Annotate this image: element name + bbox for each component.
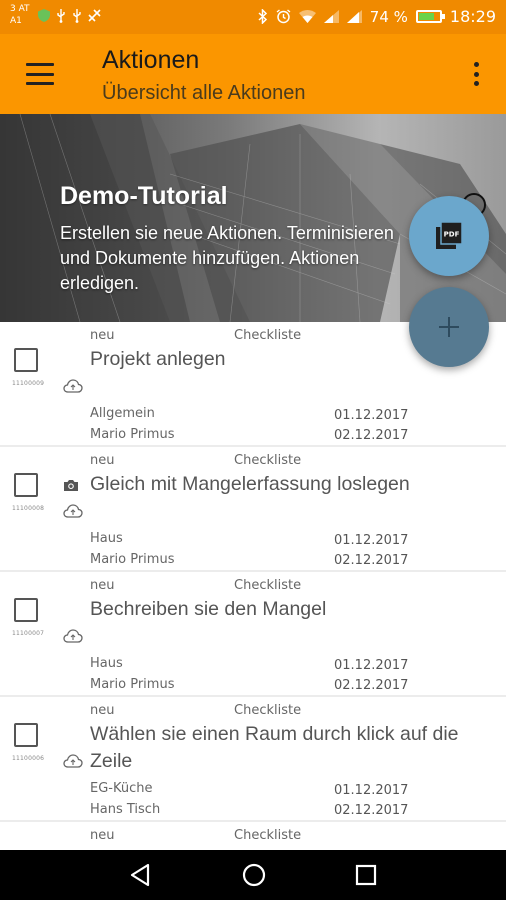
item-type: Checkliste [234,328,302,343]
item-category: Allgemein [90,406,155,421]
page-title: Aktionen [102,46,200,74]
system-icons: 74 % 18:29 [258,7,496,26]
dot [473,62,479,67]
item-id: 11100006 [12,755,45,762]
app-bar: Aktionen Übersicht alle Aktionen [0,34,506,114]
list-item[interactable]: 11100006 neu Checkliste Wählen sie einen… [0,697,506,822]
item-status: neu [90,828,115,843]
checkbox[interactable] [14,348,38,372]
app-screen: 3 AT A1 74 % 18:29 Aktionen Übersicht al… [0,0,506,900]
signal-icon [323,10,339,23]
item-type: Checkliste [234,703,302,718]
item-start-date: 01.12.2017 [334,408,409,423]
camera-icon [64,480,78,491]
item-category: Haus [90,531,123,546]
item-start-date: 01.12.2017 [334,783,409,798]
more-vertical-icon[interactable] [466,60,486,88]
battery-fill [418,13,434,20]
sync-cloud-icon [63,379,83,393]
dashboard-icon [88,9,101,22]
item-status: neu [90,328,115,343]
notification-icons [38,9,101,23]
list-item[interactable]: neu Checkliste [0,822,506,850]
item-person: Hans Tisch [90,802,161,817]
item-end-date: 02.12.2017 [334,803,409,818]
item-category: EG-Küche [90,781,153,796]
home-circle-icon[interactable] [239,862,269,888]
battery-percent: 74 % [369,7,408,26]
carrier-line-2: A1 [10,16,22,26]
item-type: Checkliste [234,828,302,843]
dot [473,81,479,86]
item-person: Mario Primus [90,677,175,692]
item-start-date: 01.12.2017 [334,533,409,548]
item-type: Checkliste [234,453,302,468]
item-status: neu [90,703,115,718]
system-nav-bar [0,850,506,900]
item-end-date: 02.12.2017 [334,678,409,693]
item-person: Mario Primus [90,552,175,567]
menu-line [26,63,54,66]
back-triangle-icon[interactable] [126,862,156,888]
item-end-date: 02.12.2017 [334,553,409,568]
add-action-button[interactable] [409,287,489,367]
menu-line [26,82,54,85]
banner-description: Erstellen sie neue Aktionen. Terminisier… [60,223,394,293]
banner-title: Demo-Tutorial [60,182,228,210]
sync-cloud-icon [63,504,83,518]
item-id: 11100009 [12,380,45,387]
plus-icon [439,317,459,337]
item-end-date: 02.12.2017 [334,428,409,443]
alarm-icon [276,9,291,24]
dot [473,71,479,77]
shield-icon [38,9,50,22]
usb-icon [73,9,81,23]
item-id: 11100008 [12,505,45,512]
hamburger-menu-icon[interactable] [22,58,58,90]
usb-icon [57,9,65,23]
item-start-date: 01.12.2017 [334,658,409,673]
list-item[interactable]: 11100007 neu Checkliste Bechreiben sie d… [0,572,506,697]
item-id: 11100007 [12,630,45,637]
sync-cloud-icon [63,754,83,768]
checkbox[interactable] [14,473,38,497]
item-person: Mario Primus [90,427,175,442]
status-bar: 3 AT A1 74 % 18:29 [0,0,506,34]
item-title: Gleich mit Mangelerfassung loslegen [90,473,410,495]
checkbox[interactable] [14,598,38,622]
sync-cloud-icon [63,629,83,643]
wifi-icon [298,10,316,23]
item-title: Wählen sie einen Raum durch klick auf di… [90,723,459,772]
item-status: neu [90,453,115,468]
item-type: Checkliste [234,578,302,593]
recent-apps-square-icon[interactable] [351,862,381,888]
carrier-line-1: 3 AT [10,4,30,14]
pdf-export-button[interactable]: PDF [409,196,489,276]
bluetooth-icon [258,9,267,24]
svg-text:PDF: PDF [444,231,460,239]
carrier-label: 3 AT A1 [10,3,30,27]
item-status: neu [90,578,115,593]
signal-icon [346,10,362,23]
item-title: Bechreiben sie den Mangel [90,598,327,620]
list-item[interactable]: 11100008 neu Checkliste Gleich mit Mange… [0,447,506,572]
item-category: Haus [90,656,123,671]
checkbox[interactable] [14,723,38,747]
clock: 18:29 [449,7,496,26]
battery-icon [415,10,445,23]
pdf-icon: PDF [436,221,463,249]
menu-line [26,72,54,76]
page-subtitle: Übersicht alle Aktionen [102,82,306,104]
action-list: 11100009 neu Checkliste Projekt anlegen … [0,322,506,850]
